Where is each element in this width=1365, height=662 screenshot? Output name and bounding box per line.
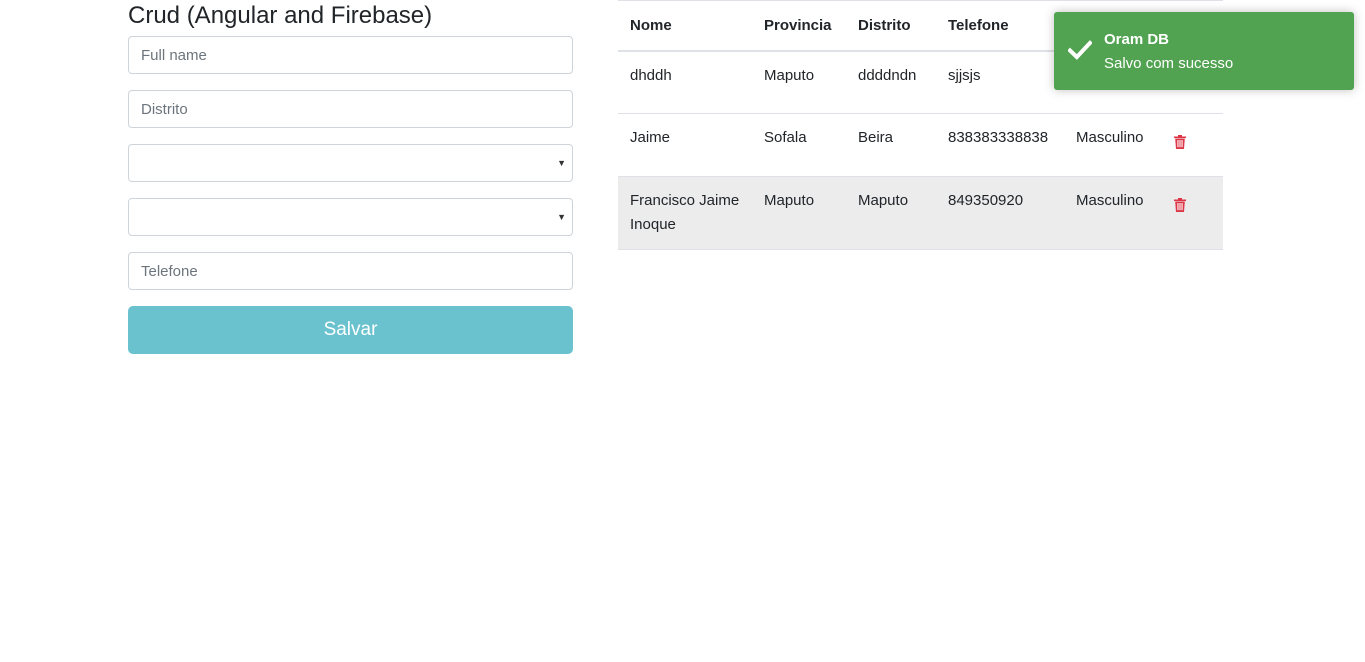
provincia-select[interactable]: ▼ (128, 144, 573, 182)
header-telefone: Telefone (948, 16, 1009, 34)
success-toast[interactable]: Oram DB Salvo com sucesso (1054, 12, 1354, 90)
cell-provincia: Maputo (764, 66, 815, 84)
delete-icon[interactable] (1174, 133, 1186, 157)
cell-distrito: ddddndn (858, 66, 917, 84)
table-row: Francisco Jaime Inoque Maputo Maputo 849… (618, 176, 1223, 250)
save-button[interactable]: Salvar (128, 306, 573, 354)
table-row: Jaime Sofala Beira 838383338838 Masculin… (618, 114, 1223, 177)
genero-select[interactable]: ▼ (128, 198, 573, 236)
cell-distrito: Maputo (858, 192, 909, 209)
header-provincia: Provincia (764, 16, 832, 34)
cell-distrito: Beira (858, 129, 894, 146)
cell-nome: dhddh (630, 66, 672, 84)
cell-genero: Masculino (1076, 192, 1144, 209)
full-name-field[interactable] (128, 36, 573, 74)
header-distrito: Distrito (858, 16, 911, 34)
toast-message: Salvo com sucesso (1104, 55, 1234, 72)
distrito-field[interactable] (128, 90, 573, 128)
header-nome: Nome (630, 16, 672, 34)
crud-form: Crud (Angular and Firebase) ▼ ▼ Salvar (128, 0, 573, 354)
checkmark-icon (1067, 40, 1093, 65)
cell-genero: Masculino (1076, 129, 1144, 146)
cell-nome: Jaime (630, 129, 671, 146)
cell-provincia: Sofala (764, 129, 807, 146)
cell-actions (1162, 177, 1223, 250)
telefone-input[interactable] (129, 253, 572, 289)
toast-title: Oram DB (1104, 31, 1170, 48)
cell-telefone: 849350920 (948, 192, 1024, 209)
cell-telefone: sjjsjs (948, 66, 981, 84)
delete-icon[interactable] (1174, 196, 1186, 220)
provincia-select-control[interactable] (129, 145, 572, 181)
genero-select-control[interactable] (129, 199, 572, 235)
cell-telefone: 838383338838 (948, 129, 1049, 146)
telefone-field[interactable] (128, 252, 573, 290)
cell-actions (1162, 114, 1223, 177)
cell-provincia: Maputo (764, 192, 815, 209)
page: Crud (Angular and Firebase) ▼ ▼ Salvar (0, 0, 1365, 662)
cell-nome: Francisco Jaime Inoque (630, 192, 740, 233)
full-name-input[interactable] (129, 37, 572, 73)
distrito-input[interactable] (129, 91, 572, 127)
page-title: Crud (Angular and Firebase) (128, 2, 433, 29)
